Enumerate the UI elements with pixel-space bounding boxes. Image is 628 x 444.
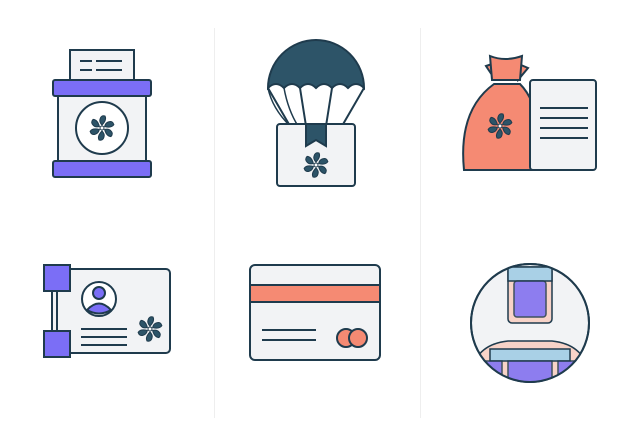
flower-center (497, 123, 503, 129)
flower-center (147, 326, 153, 332)
column-divider-right (420, 28, 421, 418)
jar-document-icon (22, 28, 182, 188)
column-divider-left (214, 28, 215, 418)
credit-card-icon (236, 245, 396, 405)
flower-center (313, 162, 319, 168)
flower-center (99, 125, 105, 131)
id-card-icon (22, 245, 182, 405)
user-avatar-icon (450, 245, 610, 405)
parachute-box-icon (236, 28, 396, 188)
money-bag-document-icon (450, 28, 610, 188)
